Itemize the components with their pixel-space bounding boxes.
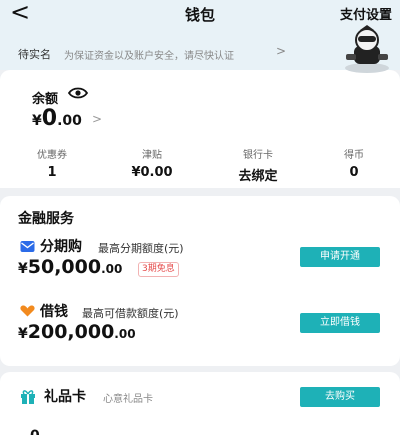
stat-value: ¥0.00 <box>131 165 173 180</box>
apply-open-button[interactable]: 申请开通 <box>300 247 380 267</box>
balance-value[interactable]: ¥0.00 <box>32 106 82 131</box>
borrow-now-button[interactable]: 立即借钱 <box>300 313 380 333</box>
amount-decimal: .00 <box>101 262 123 276</box>
stat-label: 津贴 <box>142 150 162 161</box>
balance-decimal: .00 <box>57 113 82 129</box>
installment-name: 分期购 <box>40 239 82 255</box>
amount-integer: 50,000 <box>27 256 102 278</box>
wallet-stats: 优惠券 1 津贴 ¥0.00 银行卡 去绑定 得币 0 <box>0 146 400 184</box>
gift-card-section: 礼品卡 心意礼品卡 去购买 0 <box>0 372 400 435</box>
stat-coins[interactable]: 得币 0 <box>304 146 400 180</box>
heart-icon <box>20 305 35 317</box>
finance-card: 金融服务 分期购 最高分期额度(元) ¥50,000.00 3期免息 申请开通 … <box>0 196 400 366</box>
gift-partial-value: 0 <box>30 428 40 435</box>
section-title: 金融服务 <box>18 211 74 227</box>
amount-integer: 200,000 <box>27 321 115 343</box>
installment-desc: 最高分期额度(元) <box>98 242 184 255</box>
balance-currency: ¥ <box>32 113 42 129</box>
pay-settings-button[interactable]: 支付设置 <box>340 4 392 23</box>
stat-bank-card[interactable]: 银行卡 去绑定 <box>208 146 308 184</box>
amount-decimal: .00 <box>114 327 136 341</box>
stat-coupons[interactable]: 优惠券 1 <box>2 146 102 180</box>
stat-label: 得币 <box>344 150 364 161</box>
amount-currency: ¥ <box>18 326 28 342</box>
stat-label: 优惠券 <box>37 150 67 161</box>
eye-icon[interactable] <box>68 86 88 100</box>
amount-currency: ¥ <box>18 261 28 277</box>
mascot-icon <box>345 25 389 73</box>
installment-amount: ¥50,000.00 <box>18 256 122 278</box>
buy-gift-button[interactable]: 去购买 <box>300 387 380 407</box>
gift-icon <box>21 390 35 404</box>
gift-card-desc: 心意礼品卡 <box>103 394 153 405</box>
stat-label: 银行卡 <box>243 150 273 161</box>
stat-value: 去绑定 <box>238 169 278 184</box>
verify-tag: 待实名 <box>18 48 51 61</box>
chevron-right-icon: > <box>276 44 287 58</box>
loan-amount: ¥200,000.00 <box>18 321 136 343</box>
balance-card: 余额 ¥0.00 > 优惠券 1 津贴 ¥0.00 银行卡 去绑定 得币 0 <box>0 70 400 188</box>
verify-message: 为保证资金以及账户安全，请尽快认证 <box>64 51 234 62</box>
loan-name: 借钱 <box>40 304 68 320</box>
gift-card-name: 礼品卡 <box>44 389 86 405</box>
stat-allowance[interactable]: 津贴 ¥0.00 <box>102 146 202 180</box>
balance-label: 余额 <box>32 92 59 107</box>
stat-value: 0 <box>349 165 359 180</box>
balance-integer: 0 <box>41 106 58 131</box>
loan-desc: 最高可借款额度(元) <box>82 307 179 320</box>
mail-icon <box>20 241 35 252</box>
stat-value: 1 <box>47 165 57 180</box>
interest-free-badge: 3期免息 <box>138 262 179 277</box>
chevron-right-icon: > <box>92 112 103 126</box>
